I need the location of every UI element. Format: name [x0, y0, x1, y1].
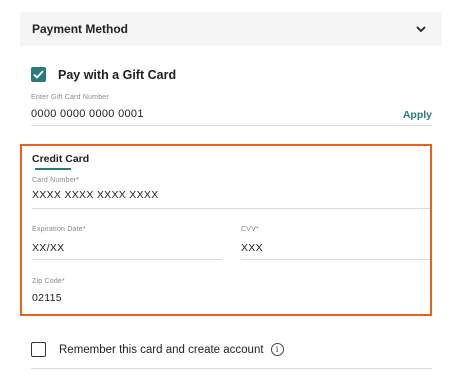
zip-code-label: Zip Code* [32, 278, 65, 285]
zip-code-field[interactable]: Zip Code* 02115 [32, 276, 430, 310]
gift-card-label: Pay with a Gift Card [58, 67, 177, 82]
cvv-field[interactable]: CVV* XXX [241, 224, 430, 260]
expiration-date-field[interactable]: Expiration Date* XX/XX [32, 224, 222, 260]
expiration-date-label: Expiration Date* [32, 226, 86, 233]
apply-button[interactable]: Apply [403, 109, 432, 121]
bottom-divider [31, 368, 432, 369]
zip-code-value[interactable]: 02115 [32, 292, 62, 304]
credit-card-panel: Credit Card Card Number* XXXX XXXX XXXX … [20, 144, 432, 316]
card-number-field[interactable]: Card Number* XXXX XXXX XXXX XXXX [32, 175, 430, 209]
remember-card-label: Remember this card and create account [59, 343, 264, 356]
remember-card-option[interactable]: Remember this card and create account i [31, 342, 284, 357]
info-icon[interactable]: i [270, 343, 284, 356]
card-number-underline [32, 208, 430, 209]
cvv-label: CVV* [241, 226, 259, 233]
gift-card-checkbox[interactable] [31, 67, 46, 82]
credit-card-tab[interactable]: Credit Card [32, 153, 89, 165]
gift-card-option[interactable]: Pay with a Gift Card [31, 67, 176, 82]
payment-method-header[interactable]: Payment Method [20, 12, 442, 46]
credit-card-tab-indicator [35, 168, 71, 170]
chevron-down-icon[interactable] [414, 22, 428, 36]
checkmark-icon [33, 70, 44, 79]
card-number-value[interactable]: XXXX XXXX XXXX XXXX [32, 189, 159, 201]
expiration-date-value[interactable]: XX/XX [32, 242, 64, 254]
remember-card-checkbox[interactable] [31, 342, 46, 357]
gift-card-number-label: Enter Gift Card Number [31, 94, 109, 101]
expiration-date-underline [32, 259, 222, 260]
cvv-value[interactable]: XXX [241, 242, 263, 254]
gift-card-number-field[interactable]: Enter Gift Card Number 0000 0000 0000 00… [31, 92, 432, 126]
payment-form: Payment Method Pay with a Gift Card Ente… [0, 0, 467, 378]
gift-card-number-value[interactable]: 0000 0000 0000 0001 [31, 108, 144, 120]
payment-method-title: Payment Method [32, 22, 129, 36]
cvv-underline [241, 259, 430, 260]
card-number-label: Card Number* [32, 177, 80, 184]
